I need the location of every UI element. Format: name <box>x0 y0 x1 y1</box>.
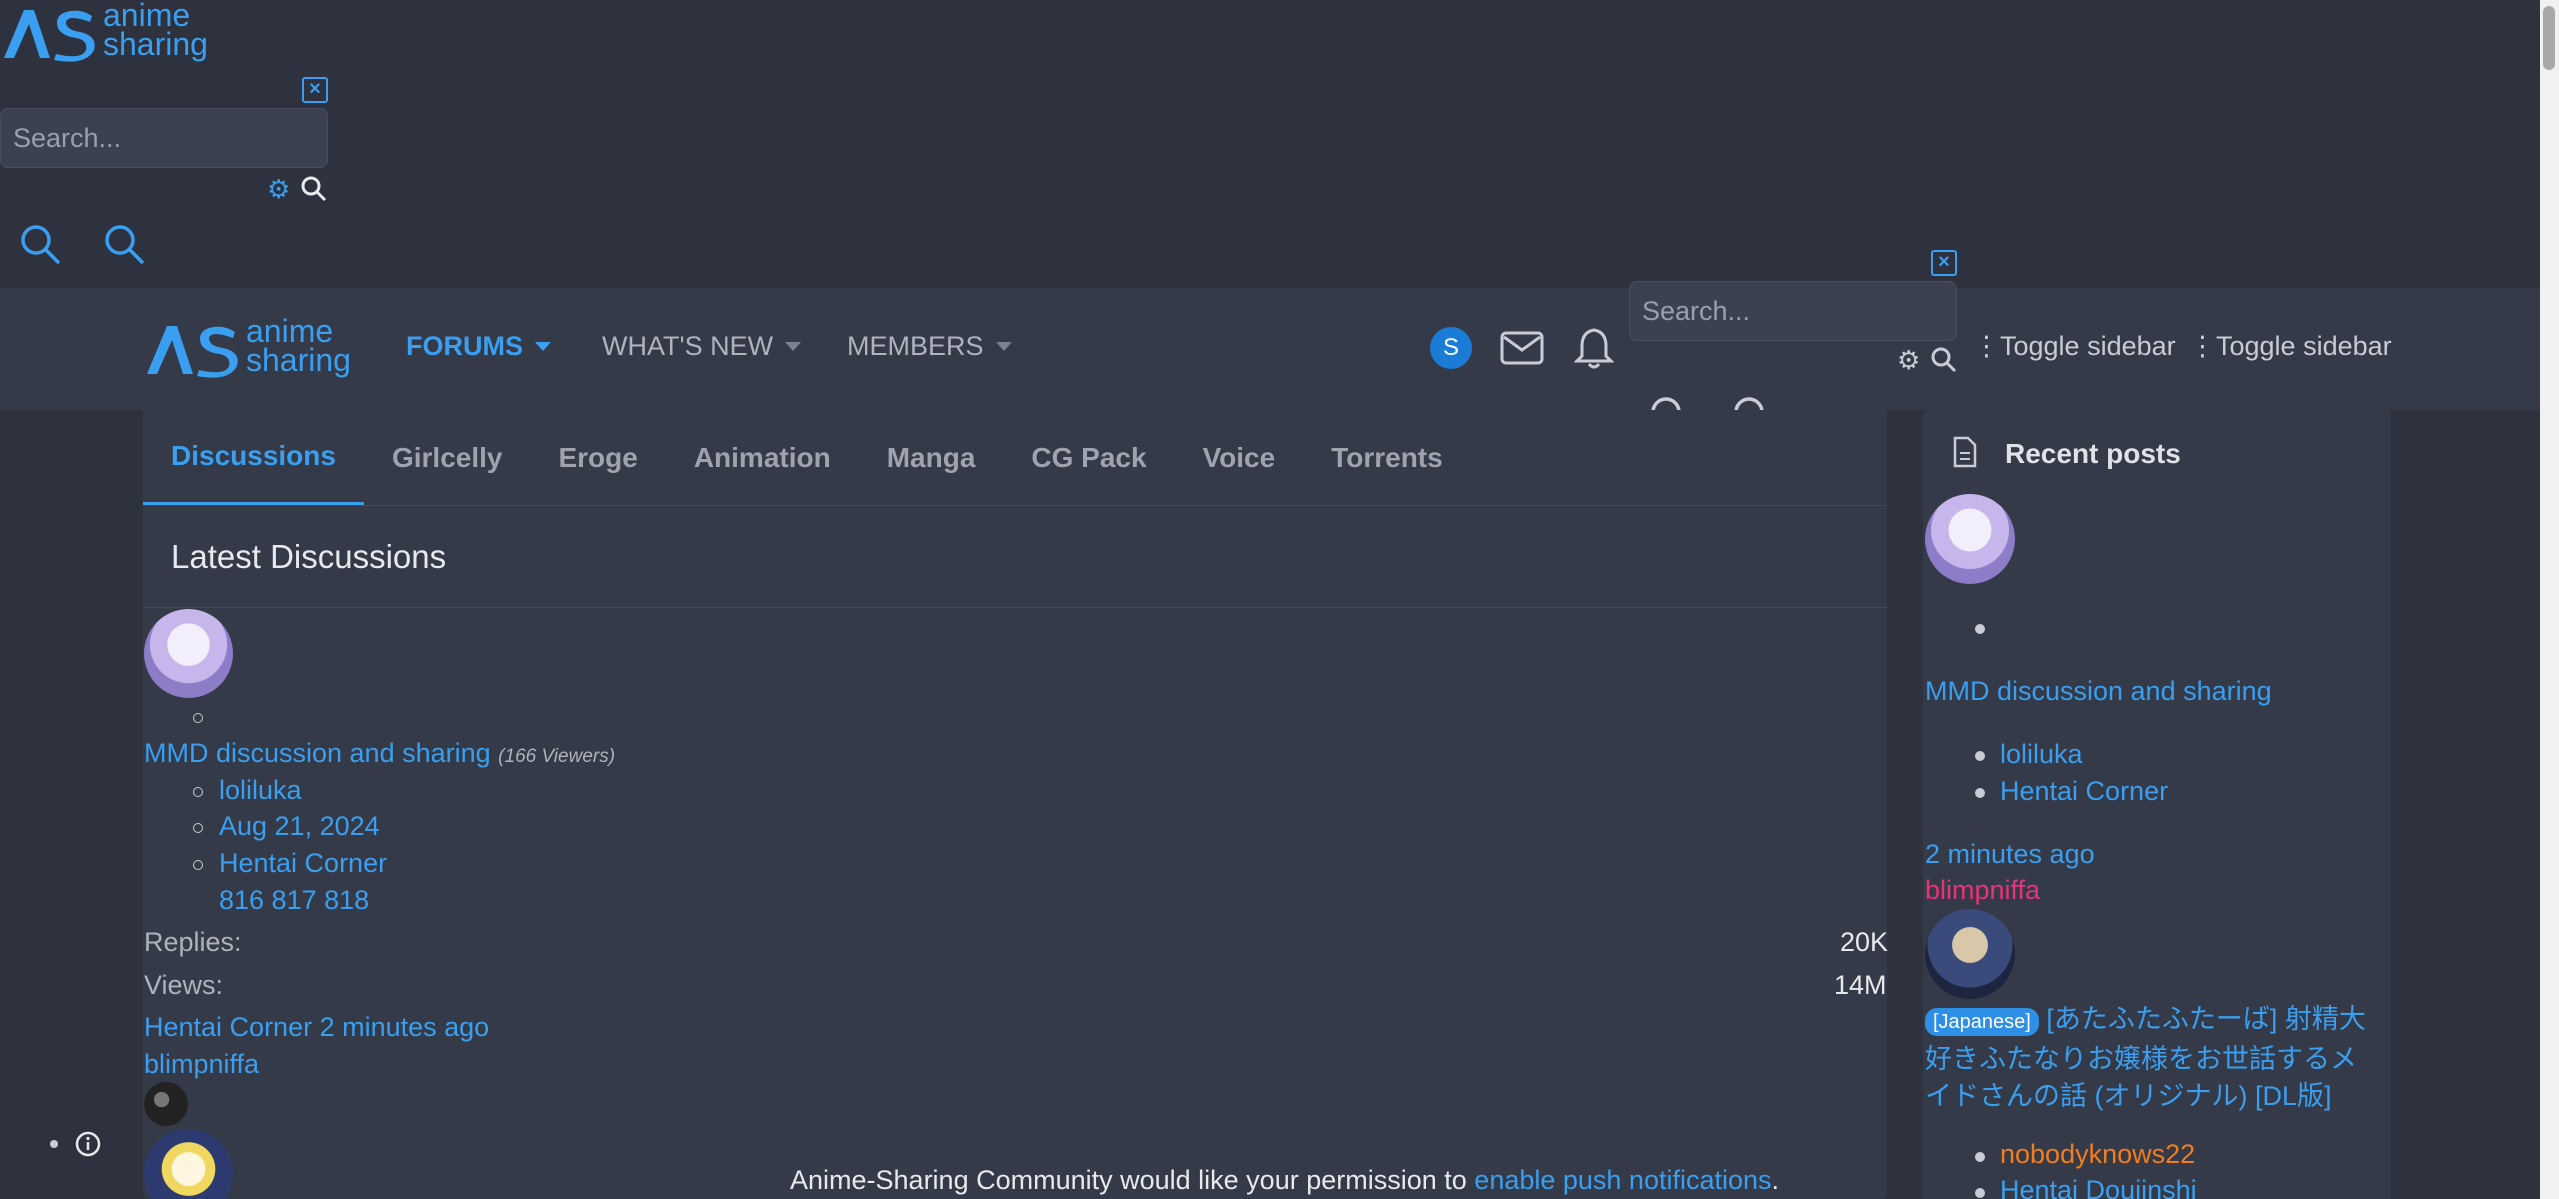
thread-author[interactable]: loliluka <box>219 775 302 806</box>
bullet-icon <box>1975 1188 1985 1198</box>
close-search-icon[interactable]: × <box>302 77 328 103</box>
recent-post-forum[interactable]: Hentai Corner <box>2000 776 2168 807</box>
bullet-icon <box>193 787 203 797</box>
recent-post-2-author[interactable]: nobodyknows22 <box>2000 1139 2195 1170</box>
navbar-search-input[interactable]: Search... <box>1629 281 1957 341</box>
push-notice: Anime-Sharing Community would like your … <box>790 1165 1779 1196</box>
toggle-sidebar-label: Toggle sidebar <box>2000 331 2176 361</box>
logo-text-sharing: sharing <box>246 342 351 378</box>
views-value: 14M <box>1834 970 1887 1000</box>
tab-girlcelly[interactable]: Girlcelly <box>364 410 531 505</box>
toggle-sidebar-label: Toggle sidebar <box>2216 331 2392 361</box>
scrollbar-thumb[interactable] <box>2543 6 2555 70</box>
tab-voice[interactable]: Voice <box>1175 410 1304 505</box>
bullet-icon <box>1975 1152 1985 1162</box>
chevron-down-icon[interactable] <box>995 342 1012 351</box>
thread-title-row: MMD discussion and sharing (166 Viewers) <box>144 738 615 769</box>
bullet-icon <box>193 713 203 723</box>
search-submit-icon[interactable] <box>1930 346 1958 374</box>
nav-members-label: MEMBERS <box>847 331 984 361</box>
recent-post-last-user[interactable]: blimpniffa <box>1925 875 2040 906</box>
bullet-icon <box>1975 751 1985 761</box>
document-icon <box>1953 436 1977 468</box>
toggle-sidebar-button[interactable]: ⋮Toggle sidebar <box>2189 331 2392 362</box>
logo-mark-icon <box>147 326 238 378</box>
bullet-icon <box>50 1140 58 1148</box>
tab-torrents[interactable]: Torrents <box>1303 410 1471 505</box>
recent-post-author[interactable]: loliluka <box>2000 739 2083 770</box>
thread-title-link[interactable]: MMD discussion and sharing <box>144 738 491 768</box>
nav-whats-new-label: WHAT'S NEW <box>602 331 774 361</box>
bullet-icon <box>193 860 203 870</box>
replies-value: 20K <box>1840 927 1889 957</box>
nav-members[interactable]: MEMBERS <box>847 331 1012 362</box>
tab-manga[interactable]: Manga <box>859 410 1004 505</box>
user-avatar[interactable]: S <box>1430 327 1472 369</box>
info-icon[interactable] <box>75 1131 101 1157</box>
avatar[interactable] <box>1925 494 2015 584</box>
section-title: Latest Discussions <box>143 506 1887 608</box>
nav-whats-new[interactable]: WHAT'S NEW <box>602 331 802 362</box>
avatar[interactable] <box>144 609 233 698</box>
language-tag: [Japanese] <box>1925 1008 2039 1036</box>
views-label: Views: <box>144 970 224 1000</box>
toggle-handle-icon: ⋮ <box>1973 331 2000 361</box>
mail-icon[interactable] <box>1500 330 1544 366</box>
close-search-icon[interactable]: × <box>1931 250 1957 276</box>
push-notice-text: Anime-Sharing Community would like your … <box>790 1165 1467 1195</box>
thread-date[interactable]: Aug 21, 2024 <box>219 811 380 842</box>
push-notice-end: . <box>1771 1165 1780 1195</box>
avatar[interactable] <box>144 1082 188 1126</box>
search-submit-icon[interactable] <box>300 175 328 203</box>
search-icon-secondary[interactable] <box>102 222 146 266</box>
last-post-user[interactable]: blimpniffa <box>144 1049 259 1080</box>
replies-label: Replies: <box>144 927 242 957</box>
logo-text-sharing: sharing <box>103 26 208 62</box>
recent-post-time[interactable]: 2 minutes ago <box>1925 839 2095 870</box>
bell-icon[interactable] <box>1574 326 1614 370</box>
sidebar-title: Recent posts <box>2005 438 2181 469</box>
last-post-forum-time[interactable]: Hentai Corner 2 minutes ago <box>144 1012 489 1043</box>
nav-forums[interactable]: FORUMS <box>406 331 551 362</box>
thread-forum[interactable]: Hentai Corner <box>219 848 387 879</box>
search-icon[interactable] <box>18 222 62 266</box>
enable-push-link[interactable]: enable push notifications <box>1474 1165 1771 1195</box>
bullet-icon <box>1975 788 1985 798</box>
bullet-icon <box>193 823 203 833</box>
tab-cg-pack[interactable]: CG Pack <box>1003 410 1174 505</box>
toggle-handle-icon: ⋮ <box>2189 331 2216 361</box>
toggle-sidebar-button[interactable]: ⋮Toggle sidebar <box>1973 331 2176 362</box>
recent-post-2-forum[interactable]: Hentai Doujinshi <box>2000 1175 2197 1199</box>
search-settings-icon[interactable]: ⚙ <box>1897 345 1920 376</box>
tab-discussions[interactable]: Discussions <box>143 410 364 505</box>
search-input[interactable]: Search... <box>0 108 328 168</box>
forum-tabs: Discussions Girlcelly Eroge Animation Ma… <box>143 410 1887 506</box>
thread-viewers: (166 Viewers) <box>498 746 616 767</box>
tab-eroge[interactable]: Eroge <box>530 410 665 505</box>
tab-animation[interactable]: Animation <box>666 410 859 505</box>
chevron-down-icon[interactable] <box>785 342 802 351</box>
site-logo[interactable]: anime sharing <box>0 0 210 64</box>
thread-pages[interactable]: 816 817 818 <box>219 885 369 916</box>
scrollbar-track[interactable] <box>2540 0 2559 1199</box>
chevron-down-icon[interactable] <box>535 342 551 351</box>
search-settings-icon[interactable]: ⚙ <box>267 174 290 205</box>
avatar[interactable] <box>1925 909 2015 999</box>
recent-post-title[interactable]: MMD discussion and sharing <box>1925 676 2272 707</box>
nav-forums-label: FORUMS <box>406 331 523 361</box>
bullet-icon <box>1975 624 1985 634</box>
navbar-logo[interactable]: anime sharing <box>143 315 353 380</box>
recent-post-2: [Japanese] [あたふたふたーば] 射精大好きふたなりお嬢様をお世話する… <box>1925 1001 2375 1115</box>
logo-mark-icon <box>4 10 95 62</box>
